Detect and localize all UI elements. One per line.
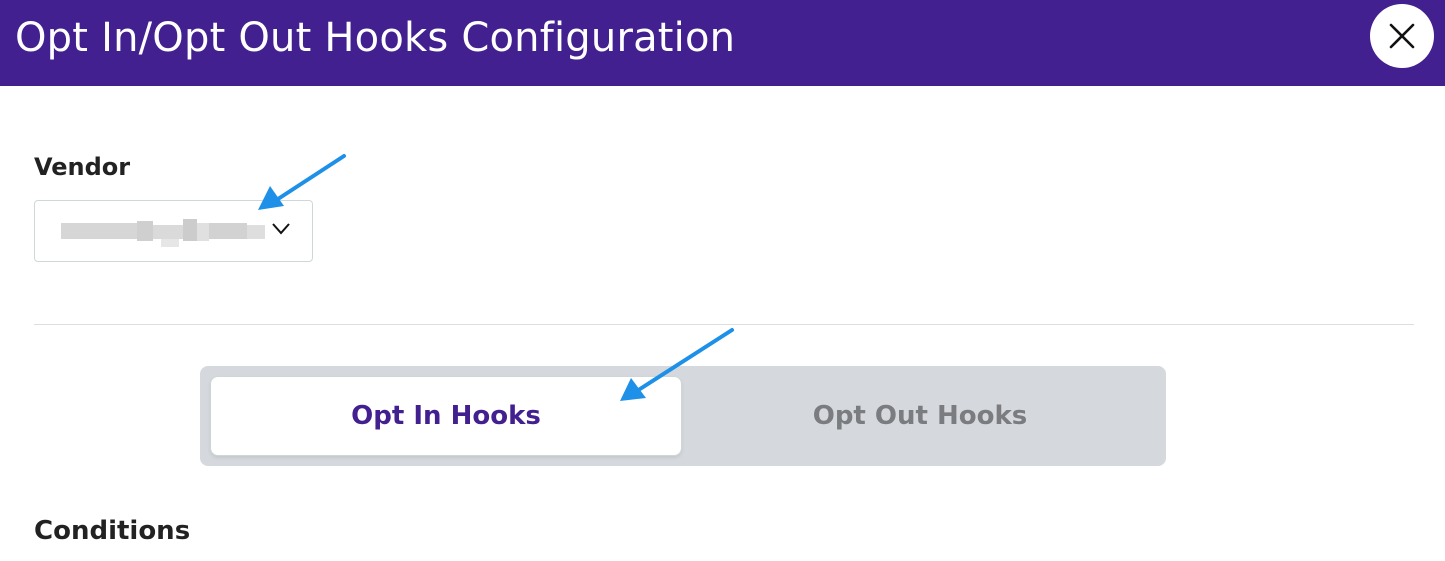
hooks-tab-switcher: Opt In Hooks Opt Out Hooks [200,366,1166,466]
section-divider [34,324,1414,325]
vendor-select[interactable] [34,200,313,262]
vendor-selected-value-redacted [57,215,267,247]
vendor-label: Vendor [34,153,131,181]
tab-opt-in-hooks[interactable]: Opt In Hooks [210,376,682,456]
tab-opt-out-hooks[interactable]: Opt Out Hooks [684,376,1156,456]
close-icon [1389,23,1415,49]
chevron-down-icon [272,223,290,235]
hooks-config-modal: Opt In/Opt Out Hooks Configuration Vendo… [0,0,1445,561]
modal-header: Opt In/Opt Out Hooks Configuration [0,0,1445,86]
close-button[interactable] [1370,4,1434,68]
modal-title: Opt In/Opt Out Hooks Configuration [15,15,736,61]
conditions-heading: Conditions [34,516,191,546]
